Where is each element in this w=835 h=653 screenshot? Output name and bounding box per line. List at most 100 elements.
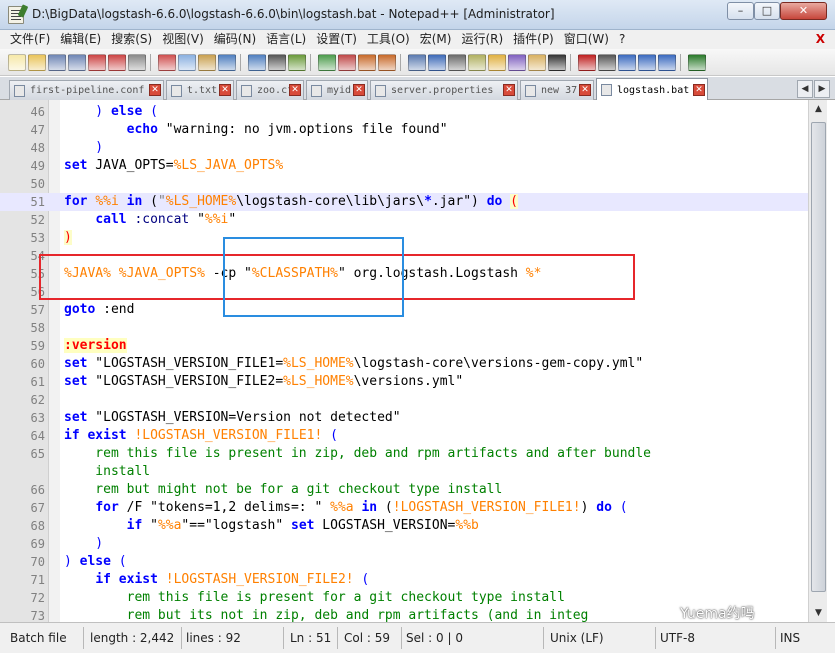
new-file-icon[interactable] <box>8 54 26 71</box>
tab-scroll-right-button[interactable]: ▶ <box>814 80 830 98</box>
tab-zoo-cfg[interactable]: zoo.cfg ✕ <box>236 80 304 100</box>
menu-help[interactable]: ? <box>614 30 630 49</box>
paste-icon[interactable] <box>198 54 216 71</box>
code-line[interactable]: 48 ) <box>0 139 808 157</box>
tab-close-icon[interactable]: ✕ <box>503 84 515 96</box>
tab-close-icon[interactable]: ✕ <box>149 84 161 96</box>
cut-icon[interactable] <box>158 54 176 71</box>
tab-close-icon[interactable]: ✕ <box>289 84 301 96</box>
vertical-scrollbar[interactable]: ▲ ▼ <box>808 100 827 622</box>
open-file-icon[interactable] <box>28 54 46 71</box>
find-icon[interactable] <box>268 54 286 71</box>
code-line[interactable]: 66 rem but might not be for a git checko… <box>0 481 808 499</box>
minimize-button[interactable]: – <box>727 2 754 20</box>
menu-view[interactable]: 视图(V) <box>157 30 209 49</box>
code-line[interactable]: 47 echo "warning: no jvm.options file fo… <box>0 121 808 139</box>
monitor-icon[interactable] <box>548 54 566 71</box>
code-line[interactable]: 62 <box>0 391 808 409</box>
show-all-chars-icon[interactable] <box>428 54 446 71</box>
tab-server-properties[interactable]: server.properties ✕ <box>370 80 518 100</box>
menu-settings[interactable]: 设置(T) <box>311 30 362 49</box>
tab-close-icon[interactable]: ✕ <box>579 84 591 96</box>
code-line[interactable]: 64 if exist !LOGSTASH_VERSION_FILE1! ( <box>0 427 808 445</box>
print-icon[interactable] <box>128 54 146 71</box>
code-line[interactable]: 67 for /F "tokens=1,2 delims=: " %%a in … <box>0 499 808 517</box>
status-eol[interactable]: Unix (LF) <box>546 627 656 649</box>
line-text: rem this file is present for a git check… <box>64 589 565 607</box>
indent-guide-icon[interactable] <box>448 54 466 71</box>
doc-map-icon[interactable] <box>488 54 506 71</box>
code-line[interactable]: 65 rem this file is present in zip, deb … <box>0 445 808 463</box>
redo-icon[interactable] <box>248 54 266 71</box>
code-line[interactable]: 49 set JAVA_OPTS=%LS_JAVA_OPTS% <box>0 157 808 175</box>
code-token: ( <box>142 104 158 119</box>
menu-encoding[interactable]: 编码(N) <box>209 30 261 49</box>
function-list-icon[interactable] <box>508 54 526 71</box>
play-macro-icon[interactable] <box>618 54 636 71</box>
code-line[interactable]: 57 goto :end <box>0 301 808 319</box>
editor-area[interactable]: 46 ) else (47 echo "warning: no jvm.opti… <box>0 100 835 622</box>
tab-myid[interactable]: myid ✕ <box>306 80 368 100</box>
code-line[interactable]: 63 set "LOGSTASH_VERSION=Version not dete… <box>0 409 808 427</box>
zoom-in-icon[interactable] <box>318 54 336 71</box>
menu-edit[interactable]: 编辑(E) <box>55 30 106 49</box>
close-document-button[interactable]: X <box>816 30 825 49</box>
zoom-out-icon[interactable] <box>338 54 356 71</box>
menu-tools[interactable]: 工具(O) <box>362 30 415 49</box>
scroll-up-button[interactable]: ▲ <box>809 100 828 118</box>
tab-close-icon[interactable]: ✕ <box>693 84 705 96</box>
undo-icon[interactable] <box>218 54 236 71</box>
tab-t-txt[interactable]: t.txt ✕ <box>166 80 234 100</box>
tab-close-icon[interactable]: ✕ <box>353 84 365 96</box>
close-window-button[interactable]: ✕ <box>780 2 827 20</box>
launch-icon[interactable] <box>688 54 706 71</box>
tab-scroll-left-button[interactable]: ◀ <box>797 80 813 98</box>
folder-workspace-icon[interactable] <box>528 54 546 71</box>
code-line[interactable]: 70) else ( <box>0 553 808 571</box>
menu-macro[interactable]: 宏(M) <box>415 30 457 49</box>
menu-file[interactable]: 文件(F) <box>5 30 55 49</box>
close-all-icon[interactable] <box>108 54 126 71</box>
word-wrap-icon[interactable] <box>408 54 426 71</box>
code-line[interactable]: 61 set "LOGSTASH_VERSION_FILE2=%LS_HOME%\… <box>0 373 808 391</box>
save-macro-icon[interactable] <box>658 54 676 71</box>
code-line[interactable]: 58 <box>0 319 808 337</box>
tab-close-icon[interactable]: ✕ <box>219 84 231 96</box>
replace-icon[interactable] <box>288 54 306 71</box>
save-icon[interactable] <box>48 54 66 71</box>
code-line[interactable]: 59:version <box>0 337 808 355</box>
scrollbar-thumb[interactable] <box>811 122 826 592</box>
scroll-down-button[interactable]: ▼ <box>809 604 828 622</box>
code-line[interactable]: 71 if exist !LOGSTASH_VERSION_FILE2! ( <box>0 571 808 589</box>
sync-horizontal-icon[interactable] <box>378 54 396 71</box>
code-view[interactable]: 46 ) else (47 echo "warning: no jvm.opti… <box>0 103 808 622</box>
save-all-icon[interactable] <box>68 54 86 71</box>
stop-macro-icon[interactable] <box>598 54 616 71</box>
menu-run[interactable]: 运行(R) <box>456 30 508 49</box>
tab-first-pipeline-conf[interactable]: first-pipeline.conf ✕ <box>9 80 164 100</box>
run-macro-multiple-icon[interactable] <box>638 54 656 71</box>
record-macro-icon[interactable] <box>578 54 596 71</box>
tab-logstash-bat[interactable]: logstash.bat ✕ <box>596 78 708 100</box>
code-line[interactable]: 68 if "%%a"=="logstash" set LOGSTASH_VER… <box>0 517 808 535</box>
copy-icon[interactable] <box>178 54 196 71</box>
menu-window[interactable]: 窗口(W) <box>559 30 614 49</box>
code-line[interactable]: 46 ) else ( <box>0 103 808 121</box>
code-line[interactable]: 53) <box>0 229 808 247</box>
code-line[interactable]: 60 set "LOGSTASH_VERSION_FILE1=%LS_HOME%\… <box>0 355 808 373</box>
close-icon[interactable] <box>88 54 106 71</box>
menu-language[interactable]: 语言(L) <box>261 30 311 49</box>
status-encoding[interactable]: UTF-8 <box>656 627 776 649</box>
sync-vertical-icon[interactable] <box>358 54 376 71</box>
maximize-button[interactable]: □ <box>754 2 780 20</box>
menu-plugins[interactable]: 插件(P) <box>508 30 559 49</box>
code-line[interactable]: install <box>0 463 808 481</box>
user-language-icon[interactable] <box>468 54 486 71</box>
tab-new-37[interactable]: new 37 ✕ <box>520 80 594 100</box>
code-line[interactable]: 52 call :concat "%%i" <box>0 211 808 229</box>
menu-search[interactable]: 搜索(S) <box>106 30 157 49</box>
code-line[interactable]: 69 ) <box>0 535 808 553</box>
status-insert-mode[interactable]: INS <box>776 627 830 649</box>
code-line[interactable]: 50 <box>0 175 808 193</box>
current-line[interactable]: 51 for %%i in ("%LS_HOME%\logstash-core\l… <box>0 193 808 211</box>
